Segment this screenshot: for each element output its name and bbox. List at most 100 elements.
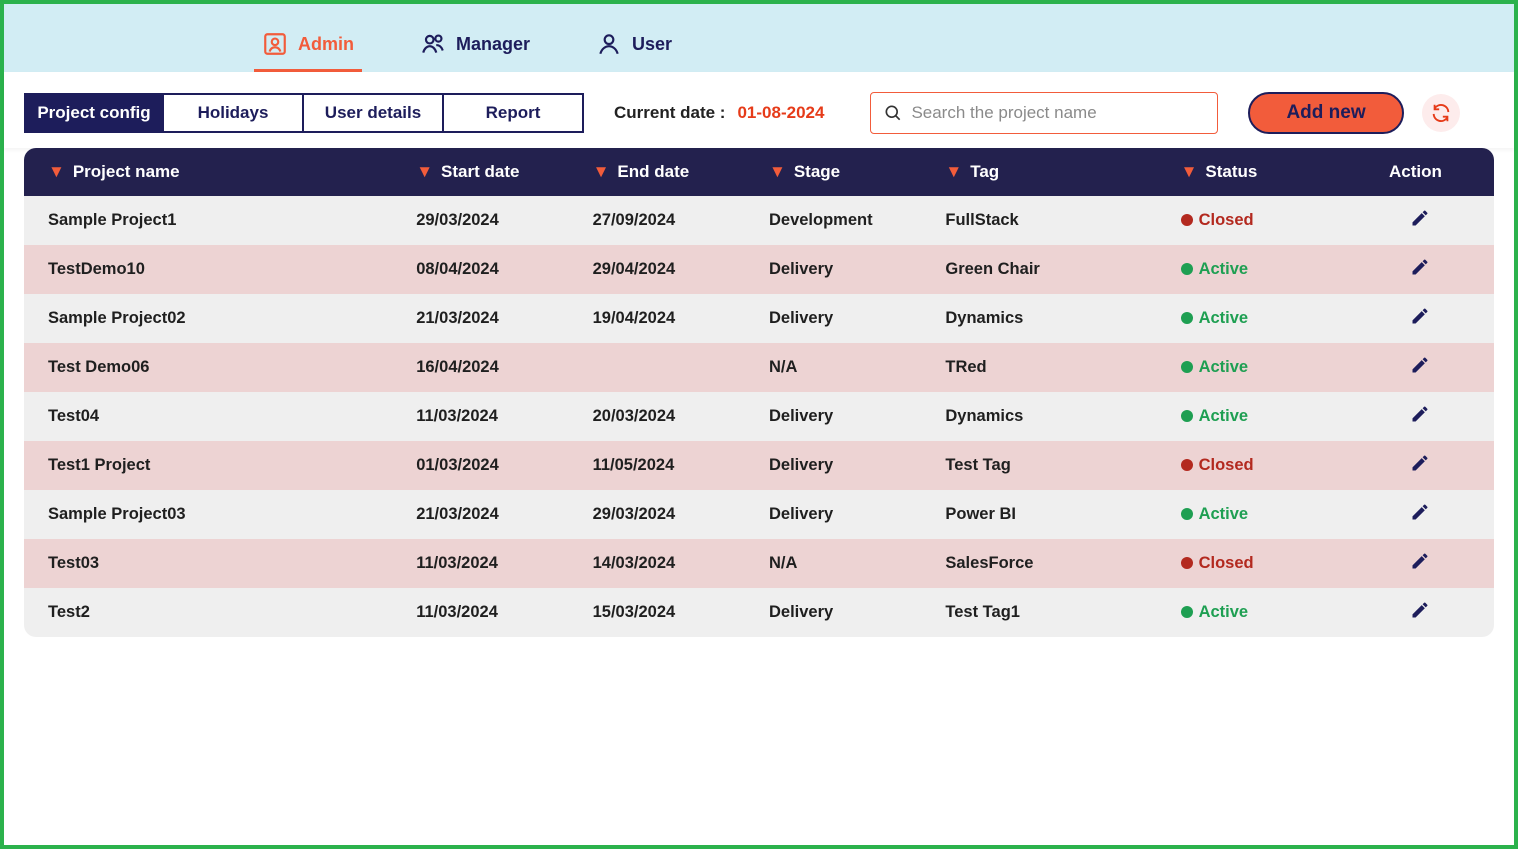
cell-status: Closed [1171, 539, 1347, 588]
tab-user-details[interactable]: User details [304, 93, 444, 133]
col-status[interactable]: ▼Status [1171, 148, 1347, 196]
cell-end-date: 20/03/2024 [583, 392, 759, 441]
role-tab-admin[interactable]: Admin [254, 19, 362, 72]
cell-tag: Dynamics [935, 392, 1170, 441]
cell-status: Active [1171, 490, 1347, 539]
cell-status: Active [1171, 588, 1347, 637]
current-date: Current date : 01-08-2024 [614, 103, 824, 123]
status-dot-icon [1181, 410, 1193, 422]
col-action: Action [1347, 148, 1494, 196]
role-label: User [632, 34, 672, 55]
cell-start-date: 01/03/2024 [406, 441, 582, 490]
cell-stage: Development [759, 196, 935, 245]
cell-project-name: Sample Project03 [24, 490, 406, 539]
cell-project-name: Test04 [24, 392, 406, 441]
sort-desc-icon: ▼ [593, 162, 610, 182]
refresh-icon [1430, 102, 1452, 124]
user-icon [596, 31, 622, 57]
tab-holidays[interactable]: Holidays [164, 93, 304, 133]
cell-stage: Delivery [759, 441, 935, 490]
tab-label: Project config [37, 103, 150, 123]
cell-project-name: Test1 Project [24, 441, 406, 490]
cell-project-name: Sample Project1 [24, 196, 406, 245]
cell-tag: Green Chair [935, 245, 1170, 294]
table-row: Test0311/03/202414/03/2024N/ASalesForceC… [24, 539, 1494, 588]
col-start-date[interactable]: ▼Start date [406, 148, 582, 196]
cell-stage: Delivery [759, 588, 935, 637]
cell-stage: N/A [759, 539, 935, 588]
cell-stage: Delivery [759, 392, 935, 441]
col-end-date[interactable]: ▼End date [583, 148, 759, 196]
cell-start-date: 16/04/2024 [406, 343, 582, 392]
add-new-button[interactable]: Add new [1248, 92, 1403, 134]
toolbar: Project config Holidays User details Rep… [4, 72, 1514, 148]
cell-stage: Delivery [759, 294, 935, 343]
role-tab-manager[interactable]: Manager [412, 19, 538, 72]
admin-badge-icon [262, 31, 288, 57]
cell-project-name: Test03 [24, 539, 406, 588]
cell-stage: N/A [759, 343, 935, 392]
cell-stage: Delivery [759, 245, 935, 294]
cell-status: Active [1171, 343, 1347, 392]
tab-label: User details [325, 103, 421, 123]
cell-tag: SalesForce [935, 539, 1170, 588]
cell-start-date: 21/03/2024 [406, 490, 582, 539]
status-dot-icon [1181, 606, 1193, 618]
table-row: Test Demo0616/04/2024 N/ATRedActive [24, 343, 1494, 392]
role-tab-user[interactable]: User [588, 19, 680, 72]
status-dot-icon [1181, 459, 1193, 471]
table-row: Test211/03/202415/03/2024DeliveryTest Ta… [24, 588, 1494, 637]
col-tag[interactable]: ▼Tag [935, 148, 1170, 196]
edit-icon[interactable] [1410, 208, 1430, 228]
subtabs: Project config Holidays User details Rep… [24, 93, 584, 133]
edit-icon[interactable] [1410, 257, 1430, 277]
tab-label: Report [486, 103, 541, 123]
tab-label: Holidays [198, 103, 269, 123]
search-input[interactable] [911, 103, 1205, 123]
cell-end-date: 14/03/2024 [583, 539, 759, 588]
edit-icon[interactable] [1410, 355, 1430, 375]
current-date-label: Current date : [614, 103, 725, 123]
sort-desc-icon: ▼ [1181, 162, 1198, 182]
add-new-label: Add new [1286, 102, 1365, 124]
tab-project-config[interactable]: Project config [24, 93, 164, 133]
project-table: ▼Project name ▼Start date ▼End date ▼Sta… [24, 148, 1494, 637]
edit-icon[interactable] [1410, 306, 1430, 326]
cell-end-date: 11/05/2024 [583, 441, 759, 490]
cell-tag: Power BI [935, 490, 1170, 539]
status-dot-icon [1181, 312, 1193, 324]
search-box[interactable] [870, 92, 1218, 134]
cell-tag: TRed [935, 343, 1170, 392]
table-row: TestDemo1008/04/202429/04/2024DeliveryGr… [24, 245, 1494, 294]
cell-action [1347, 539, 1494, 588]
edit-icon[interactable] [1410, 600, 1430, 620]
cell-action [1347, 245, 1494, 294]
sort-desc-icon: ▼ [416, 162, 433, 182]
cell-end-date [583, 343, 759, 392]
refresh-button[interactable] [1422, 94, 1460, 132]
status-dot-icon [1181, 361, 1193, 373]
cell-start-date: 08/04/2024 [406, 245, 582, 294]
tab-report[interactable]: Report [444, 93, 584, 133]
col-project-name[interactable]: ▼Project name [24, 148, 406, 196]
cell-project-name: Test Demo06 [24, 343, 406, 392]
cell-stage: Delivery [759, 490, 935, 539]
cell-tag: Dynamics [935, 294, 1170, 343]
cell-status: Closed [1171, 441, 1347, 490]
edit-icon[interactable] [1410, 453, 1430, 473]
role-label: Manager [456, 34, 530, 55]
cell-end-date: 27/09/2024 [583, 196, 759, 245]
cell-start-date: 11/03/2024 [406, 588, 582, 637]
cell-tag: Test Tag1 [935, 588, 1170, 637]
edit-icon[interactable] [1410, 404, 1430, 424]
cell-status: Active [1171, 392, 1347, 441]
cell-status: Active [1171, 294, 1347, 343]
col-stage[interactable]: ▼Stage [759, 148, 935, 196]
edit-icon[interactable] [1410, 502, 1430, 522]
users-group-icon [420, 31, 446, 57]
cell-end-date: 19/04/2024 [583, 294, 759, 343]
table-row: Sample Project0221/03/202419/04/2024Deli… [24, 294, 1494, 343]
cell-action [1347, 294, 1494, 343]
cell-project-name: TestDemo10 [24, 245, 406, 294]
edit-icon[interactable] [1410, 551, 1430, 571]
